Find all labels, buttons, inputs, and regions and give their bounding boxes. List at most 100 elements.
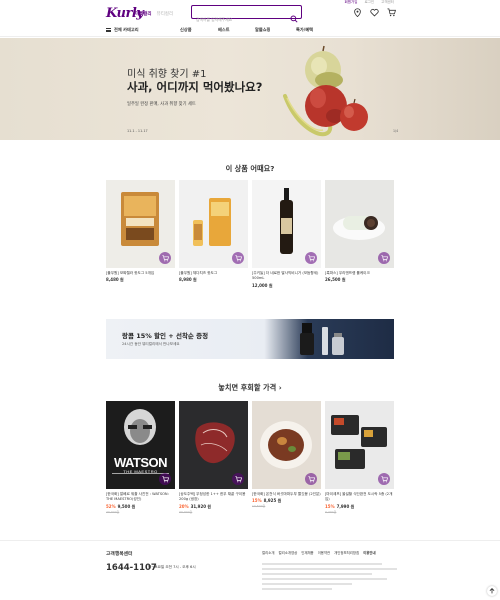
section-title-recommend: 이 상품 어때요?: [225, 164, 275, 173]
section-title-text: 놓치면 후회할 가격: [218, 383, 277, 392]
cosmetics-image: [300, 323, 344, 355]
nav-special-deals[interactable]: 특가/혜택: [296, 27, 313, 33]
header-icons: [353, 8, 396, 17]
arrow-up-icon: [489, 588, 495, 594]
nav-new-products[interactable]: 신상품: [180, 27, 192, 33]
product-price: 9,500 원: [117, 503, 136, 509]
location-icon[interactable]: [353, 8, 362, 17]
chevron-right-icon[interactable]: ›: [279, 383, 282, 392]
add-to-cart-button[interactable]: [305, 252, 317, 264]
product-card[interactable]: [한국화] 온천식 버섯마파두부 쫄깃봉 (2인분) 15% 8,925 원 10…: [252, 401, 321, 508]
product-image[interactable]: [179, 401, 248, 489]
hamburger-icon: [106, 28, 111, 32]
product-price: 31,920 원: [190, 503, 212, 509]
product-name[interactable]: [룩파스] 우리엔프렙 롤케이크: [325, 271, 394, 276]
product-card[interactable]: [풀무원] 모짜렐라 핫도그 5개입 8,480 원: [106, 180, 175, 283]
footer-links: 컬리소개 컬리소개영상 인재채용 이용약관 개인정보처리방침 이용안내: [262, 550, 376, 555]
cart-icon: [161, 475, 169, 482]
product-card[interactable]: [룩파스] 우리엔프렙 롤케이크 26,500 원: [325, 180, 394, 283]
footer-link[interactable]: 개인정보처리방침: [334, 550, 359, 555]
footer-link[interactable]: 컬리소개영상: [278, 550, 297, 555]
original-price: 9,400원: [325, 509, 337, 514]
original-price: 20,000원: [106, 509, 120, 514]
product-name[interactable]: [상도주택] 우정성한 1++ 한우 채끝 구이용 200g (냉장): [179, 492, 248, 503]
add-to-cart-button[interactable]: [159, 252, 171, 264]
product-name[interactable]: [한국화] 알베르 워홀 사진전 : WATSON: THE MAESTRO(성…: [106, 492, 175, 503]
scroll-top-button[interactable]: [487, 586, 497, 596]
add-to-cart-button[interactable]: [159, 473, 171, 485]
top-links: 회원가입 로그인 고객센터: [345, 0, 394, 5]
footer-link[interactable]: 이용약관: [318, 550, 330, 555]
add-to-cart-button[interactable]: [305, 473, 317, 485]
signup-link[interactable]: 회원가입: [345, 0, 358, 5]
banner-date: 11.1 - 11.17: [127, 129, 148, 133]
product-image[interactable]: [106, 180, 175, 268]
product-image[interactable]: [179, 180, 248, 268]
promo-banner[interactable]: 랑콤 15% 할인 + 선착순 증정 24시간 동안 뷰티컬리에서 만나보세요: [106, 319, 394, 359]
product-name[interactable]: [한국화] 온천식 버섯마파두부 쫄깃봉 (2인분): [252, 492, 321, 497]
original-price: 39,900원: [179, 509, 193, 514]
product-price: 26,500 원: [325, 277, 346, 283]
tab-market-kurly[interactable]: 마켓컬리: [135, 11, 152, 17]
category-label: 전체 카테고리: [114, 27, 139, 32]
apple-illustration: [283, 45, 368, 137]
product-name[interactable]: [주키놀] 더 네로한 발사믹비니거 (모듬향세) 500mL: [252, 271, 321, 282]
add-to-cart-button[interactable]: [378, 473, 390, 485]
discount-rate: 15%: [252, 498, 262, 504]
cart-icon: [380, 475, 388, 482]
footer-link[interactable]: 이용안내: [363, 550, 375, 555]
add-to-cart-button[interactable]: [232, 252, 244, 264]
product-card[interactable]: [주키놀] 더 네로한 발사믹비니거 (모듬향세) 500mL 12,000 원: [252, 180, 321, 289]
product-image[interactable]: WATSON THE MAESTRO: [106, 401, 175, 489]
product-price: 8,925 원: [263, 498, 282, 504]
promo-subtitle: 24시간 동안 뷰티컬리에서 만나보세요: [122, 342, 180, 346]
banner-title: 사과, 어디까지 먹어봤나요?: [127, 80, 263, 94]
original-price: 10,500원: [252, 504, 266, 509]
add-to-cart-button[interactable]: [378, 252, 390, 264]
product-name[interactable]: [풀무원] 모짜렐라 핫도그 5개입: [106, 271, 175, 276]
main-banner[interactable]: 미식 취향 찾기 #1 사과, 어디까지 먹어봤나요? 일주일 완정 판매, 사…: [0, 38, 500, 140]
footer-link[interactable]: 인재채용: [301, 550, 313, 555]
product-price: 8,980 원: [179, 277, 197, 283]
customer-center-title: 고객행복센터: [106, 552, 133, 557]
global-nav: 전체 카테고리 신상품 베스트 알뜰쇼핑 특가/혜택: [0, 24, 500, 37]
product-image[interactable]: [252, 180, 321, 268]
search-box: [191, 5, 302, 26]
search-icon[interactable]: [290, 8, 298, 23]
product-name[interactable]: [풀무원] 체다치즈 핫도그: [179, 271, 248, 276]
nav-best[interactable]: 베스트: [218, 27, 230, 33]
product-card[interactable]: WATSON THE MAESTRO [한국화] 알베르 워홀 사진전 : WA…: [106, 401, 175, 514]
poster-title: WATSON: [113, 455, 168, 470]
product-image[interactable]: [325, 180, 394, 268]
cart-icon[interactable]: [387, 8, 396, 17]
tab-beauty-kurly[interactable]: 뷰티컬리: [157, 11, 174, 17]
product-price: 8,480 원: [106, 277, 124, 283]
product-card[interactable]: [상도주택] 우정성한 1++ 한우 채끝 구이용 200g (냉장) 20% 3…: [179, 401, 248, 514]
product-card[interactable]: [풀무원] 체다치즈 핫도그 8,980 원: [179, 180, 248, 283]
product-image[interactable]: [325, 401, 394, 489]
add-to-cart-button[interactable]: [232, 473, 244, 485]
discount-rate: 52%: [106, 503, 116, 509]
cart-icon: [307, 475, 315, 482]
company-info: [262, 563, 402, 593]
product-name[interactable]: [마이셰프] 올설할 식단완전 도시락 5종 (2개입): [325, 492, 394, 503]
product-price: 12,000 원: [252, 282, 273, 288]
heart-icon[interactable]: [370, 8, 379, 17]
product-card[interactable]: [마이셰프] 올설할 식단완전 도시락 5종 (2개입) 15% 7,990 원 …: [325, 401, 394, 514]
customer-center-hours: 월~토요일 오전 7시 - 오후 6시: [148, 565, 196, 569]
banner-subtitle: 미식 취향 찾기 #1: [127, 69, 207, 80]
cart-icon: [234, 475, 242, 482]
product-image[interactable]: [252, 401, 321, 489]
promo-title: 랑콤 15% 할인 + 선착순 증정: [122, 332, 209, 340]
customer-center-link[interactable]: 고객센터: [381, 0, 394, 5]
cart-icon: [380, 254, 388, 261]
footer: 고객행복센터 1644-1107 월~토요일 오전 7시 - 오후 6시 컬리소…: [0, 540, 500, 600]
product-price: 7,990 원: [336, 503, 355, 509]
discount-rate: 20%: [179, 503, 189, 509]
footer-link[interactable]: 컬리소개: [262, 550, 274, 555]
nav-bargain[interactable]: 알뜰쇼핑: [255, 27, 270, 33]
login-link[interactable]: 로그인: [364, 0, 374, 5]
cart-icon: [234, 254, 242, 261]
category-menu[interactable]: 전체 카테고리: [106, 27, 139, 33]
cart-icon: [307, 254, 315, 261]
